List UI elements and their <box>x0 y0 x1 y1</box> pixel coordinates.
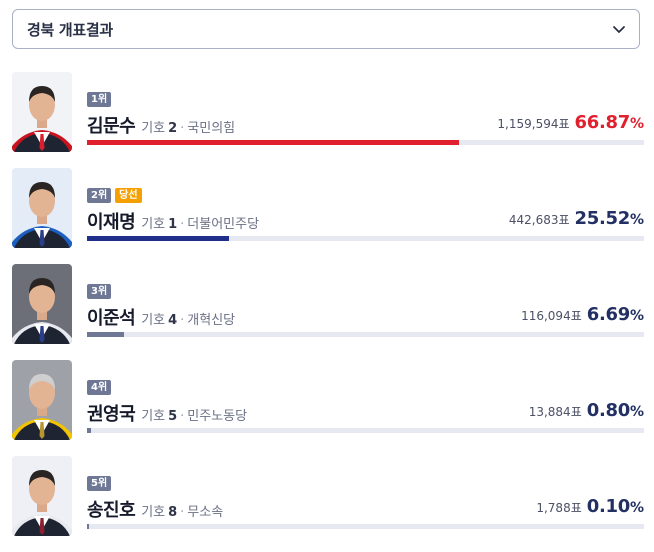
candidate-number: 2 <box>168 121 178 136</box>
vote-share-fill <box>87 140 460 145</box>
rank-badge: 5위 <box>87 476 112 491</box>
vote-share-bar <box>87 428 644 433</box>
candidate-photo <box>12 456 72 536</box>
candidate-row[interactable]: 2위 당선 이재명 기호 1 · 더불어민주당 442,683표 25.52% <box>12 168 644 264</box>
candidate-row[interactable]: 4위 권영국 기호 5 · 민주노동당 13,884표 0.80% <box>12 360 644 456</box>
vote-percent: 66.87 <box>574 112 631 133</box>
percent-sign: % <box>629 212 644 228</box>
candidate-number-label: 기호 <box>141 409 166 424</box>
chevron-down-icon <box>611 21 627 37</box>
vote-count: 442,683표 <box>509 211 570 228</box>
candidate-number: 1 <box>168 217 178 232</box>
candidate-name: 송진호 <box>87 500 136 521</box>
vote-unit: 표 <box>570 501 582 515</box>
candidate-name: 김문수 <box>87 116 136 137</box>
candidate-row[interactable]: 1위 김문수 기호 2 · 국민의힘 1,159,594표 66.87% <box>12 72 644 168</box>
percent-sign: % <box>629 308 644 324</box>
elected-badge: 당선 <box>115 188 142 203</box>
candidate-photo <box>12 168 72 248</box>
vote-share-bar <box>87 236 644 241</box>
rank-badge: 2위 <box>87 188 112 203</box>
candidate-number: 5 <box>168 409 178 424</box>
vote-count: 13,884표 <box>529 403 582 420</box>
vote-count-value: 13,884 <box>528 405 571 419</box>
candidate-number: 8 <box>168 505 178 520</box>
vote-share-bar <box>87 140 644 145</box>
rank-badge: 4위 <box>87 380 112 395</box>
percent-sign: % <box>629 404 644 420</box>
vote-percent: 25.52 <box>574 208 631 229</box>
candidate-number-label: 기호 <box>141 217 166 232</box>
vote-share-fill <box>87 332 125 337</box>
vote-share-fill <box>87 428 92 433</box>
candidate-photo <box>12 72 72 152</box>
candidate-list: 1위 김문수 기호 2 · 국민의힘 1,159,594표 66.87% 2위 … <box>12 72 644 552</box>
percent-sign: % <box>629 116 644 132</box>
candidate-row[interactable]: 3위 이준석 기호 4 · 개혁신당 116,094표 6.69% <box>12 264 644 360</box>
vote-percent: 0.10 <box>586 496 631 517</box>
vote-count: 1,788표 <box>536 499 581 516</box>
candidate-number: 4 <box>168 313 178 328</box>
vote-count: 1,159,594표 <box>497 115 569 132</box>
candidate-party: 개혁신당 <box>187 313 236 328</box>
candidate-party: 민주노동당 <box>187 409 248 424</box>
candidate-name: 이재명 <box>87 212 136 233</box>
candidate-number-label: 기호 <box>141 313 166 328</box>
vote-share-fill <box>87 524 89 529</box>
candidate-party: 국민의힘 <box>187 121 236 136</box>
vote-count: 116,094표 <box>521 307 582 324</box>
vote-share-bar <box>87 524 644 529</box>
candidate-number-label: 기호 <box>141 121 166 136</box>
region-select-label: 경북 개표결과 <box>27 20 113 39</box>
candidate-number-label: 기호 <box>141 505 166 520</box>
vote-share-bar <box>87 332 644 337</box>
vote-unit: 표 <box>558 213 570 227</box>
region-select-dropdown[interactable]: 경북 개표결과 <box>12 9 640 49</box>
rank-badge: 3위 <box>87 284 112 299</box>
rank-badge: 1위 <box>87 92 112 107</box>
vote-unit: 표 <box>558 117 570 131</box>
vote-percent: 0.80 <box>586 400 631 421</box>
vote-count-value: 1,788 <box>536 501 571 515</box>
separator-dot: · <box>180 505 185 520</box>
candidate-photo <box>12 264 72 344</box>
candidate-name: 이준석 <box>87 308 136 329</box>
vote-count-value: 1,159,594 <box>497 117 559 131</box>
vote-count-value: 116,094 <box>521 309 571 323</box>
vote-share-fill <box>87 236 230 241</box>
candidate-row[interactable]: 5위 송진호 기호 8 · 무소속 1,788표 0.10% <box>12 456 644 552</box>
separator-dot: · <box>180 409 185 424</box>
vote-unit: 표 <box>570 405 582 419</box>
candidate-photo <box>12 360 72 440</box>
vote-percent: 6.69 <box>586 304 631 325</box>
candidate-party: 무소속 <box>187 505 224 520</box>
vote-unit: 표 <box>570 309 582 323</box>
separator-dot: · <box>180 217 185 232</box>
separator-dot: · <box>180 121 185 136</box>
vote-count-value: 442,683 <box>508 213 559 227</box>
percent-sign: % <box>629 500 644 516</box>
candidate-name: 권영국 <box>87 404 136 425</box>
separator-dot: · <box>180 313 185 328</box>
candidate-party: 더불어민주당 <box>187 217 260 232</box>
